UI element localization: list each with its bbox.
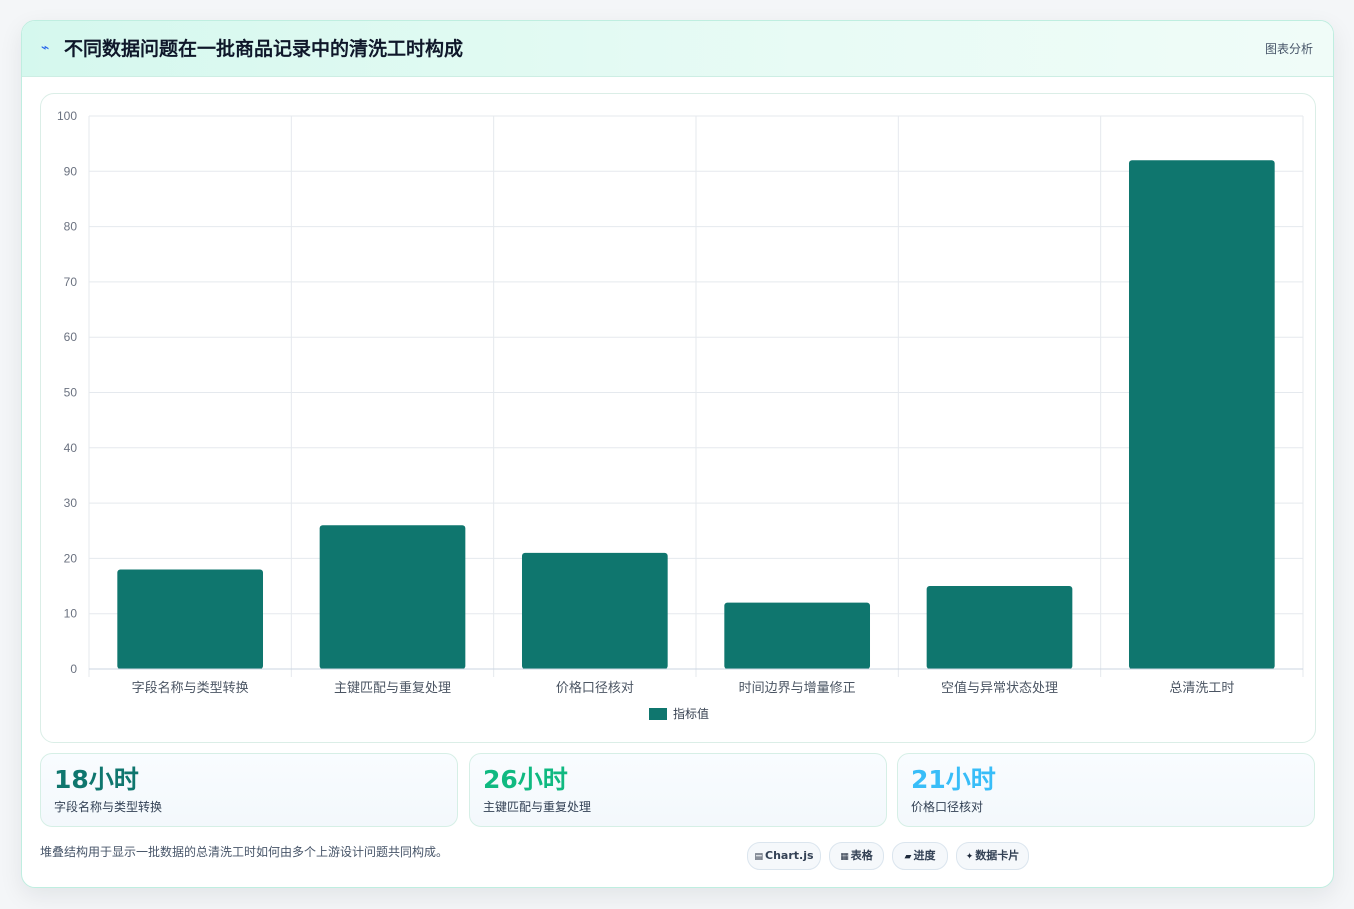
stat-card: 21小时 价格口径核对 [897, 753, 1315, 827]
tag-table[interactable]: ▦ 表格 [829, 842, 884, 870]
tag-label: 进度 [913, 849, 936, 862]
tag-data-card[interactable]: ✦ 数据卡片 [956, 842, 1029, 870]
bar [117, 569, 264, 669]
y-tick-label: 70 [64, 275, 78, 289]
x-tick-label: 总清洗工时 [1169, 680, 1234, 695]
progress-icon: ▰ [904, 852, 912, 862]
y-tick-label: 80 [64, 220, 78, 234]
chart-card: ⌁ 不同数据问题在一批商品记录中的清洗工时构成 图表分析 0 10 20 30 40 50… [21, 20, 1334, 888]
x-tick-label: 时间边界与增量修正 [739, 680, 856, 695]
chart-footnote: 堆叠结构用于显示一批数据的总清洗工时如何由多个上游设计问题共同构成。 [40, 845, 449, 859]
y-tick-label: 0 [70, 662, 77, 676]
y-tick-label: 100 [57, 109, 77, 123]
stat-label: 主键匹配与重复处理 [483, 800, 592, 814]
y-tick-label: 60 [64, 330, 78, 344]
zigzag-icon: ⌁ [41, 40, 50, 56]
tag-progress[interactable]: ▰ 进度 [892, 842, 948, 870]
bar [521, 552, 668, 669]
tag-chartjs[interactable]: ▤ Chart.js [747, 842, 821, 870]
x-tick-label: 主键匹配与重复处理 [334, 680, 451, 695]
bar-chart: 0 10 20 30 40 50 60 70 80 90 100 字段名称与类型转换 主键匹配与重复处理… [57, 109, 1304, 721]
stat-card: 18小时 字段名称与类型转换 [40, 753, 458, 827]
bar [1128, 160, 1275, 669]
stat-value: 21小时 [911, 765, 996, 794]
y-tick-label: 90 [64, 164, 78, 178]
tag-label: 数据卡片 [975, 849, 1020, 862]
bar [724, 602, 871, 669]
y-tick-label: 40 [64, 441, 78, 455]
bar [319, 525, 466, 669]
x-tick-label: 字段名称与类型转换 [132, 680, 249, 695]
stat-label: 字段名称与类型转换 [54, 800, 163, 814]
card-header: ⌁ 不同数据问题在一批商品记录中的清洗工时构成 图表分析 [22, 21, 1333, 77]
legend-swatch [649, 708, 667, 720]
x-tick-label: 价格口径核对 [556, 680, 634, 695]
y-tick-label: 30 [64, 496, 78, 510]
sparkle-icon: ✦ [965, 852, 974, 862]
table-icon: ▤ [754, 852, 763, 862]
bar [926, 586, 1073, 669]
stat-card: 26小时 主键匹配与重复处理 [469, 753, 887, 827]
y-tick-label: 50 [64, 386, 78, 400]
x-tick-label: 空值与异常状态处理 [941, 680, 1058, 695]
legend-label: 指标值 [673, 706, 709, 721]
stat-value: 18小时 [54, 765, 139, 794]
chart-analysis-link[interactable]: 图表分析 [1265, 40, 1313, 58]
tag-label: 表格 [850, 849, 873, 862]
grid-icon: ▦ [840, 852, 849, 862]
stat-label: 价格口径核对 [911, 800, 984, 814]
stat-value: 26小时 [483, 765, 568, 794]
page-title: 不同数据问题在一批商品记录中的清洗工时构成 [64, 38, 464, 60]
y-tick-label: 10 [64, 607, 78, 621]
chart-panel: 0 10 20 30 40 50 60 70 80 90 100 字段名称与类型转换 主键匹配与重复处理… [40, 93, 1316, 743]
y-tick-label: 20 [64, 551, 78, 565]
tag-label: Chart.js [765, 849, 814, 862]
